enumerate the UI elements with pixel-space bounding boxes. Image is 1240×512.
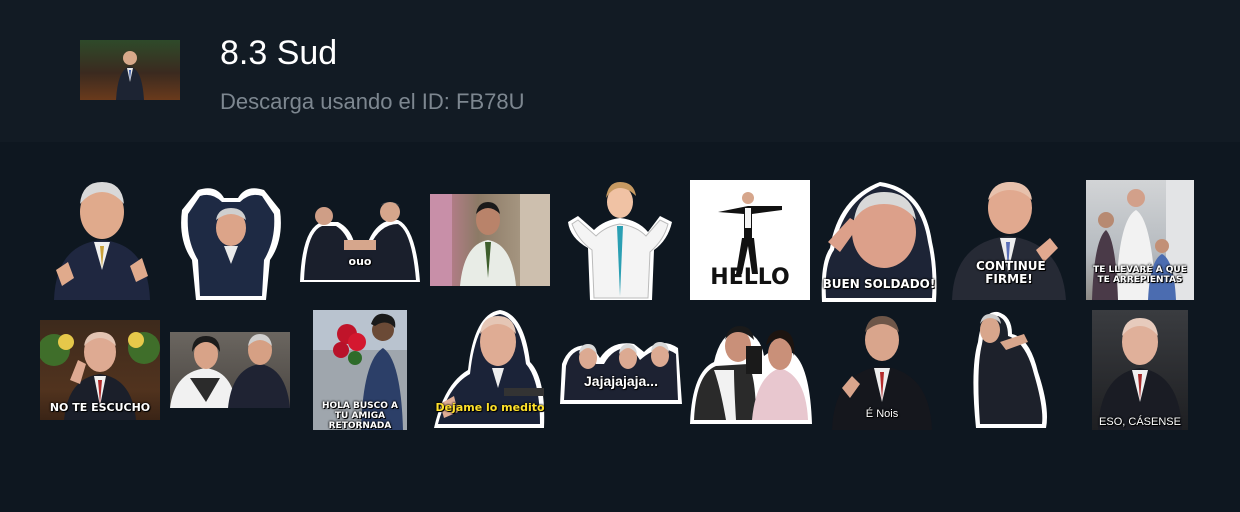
sticker-18[interactable]: ESO, CÁSENSE: [1092, 310, 1188, 430]
sticker-caption: Dejame lo medito: [435, 401, 545, 414]
sticker-14[interactable]: Jajajajaja...: [560, 334, 682, 404]
sticker-11[interactable]: [170, 332, 290, 408]
sticker-caption: NO TE ESCUCHO: [49, 401, 151, 414]
sticker-6[interactable]: HELLO: [690, 180, 810, 300]
sticker-10[interactable]: NO TE ESCUCHO: [40, 320, 160, 420]
sticker-17[interactable]: [968, 308, 1050, 430]
sticker-caption: BUEN SOLDADO!: [822, 277, 936, 291]
sticker-caption: É Nois: [865, 408, 899, 420]
sticker-5[interactable]: [564, 178, 676, 300]
sticker-16[interactable]: É Nois: [828, 312, 936, 430]
sticker-caption: ouo: [348, 255, 372, 268]
sticker-4[interactable]: [430, 194, 550, 286]
sticker-2[interactable]: [172, 180, 290, 302]
sticker-caption: Jajajajaja...: [584, 373, 658, 389]
sticker-grid: ouo HELLO BUEN SOLDADO! CONTINUE FIRME! …: [0, 142, 1240, 512]
sticker-caption: HOLA BUSCO A TU AMIGA RETORNADA: [321, 401, 399, 430]
pack-title: 8.3 Sud: [220, 34, 338, 72]
sticker-caption: CONTINUE FIRME!: [976, 259, 1046, 287]
pack-download-id: Descarga usando el ID: FB78U: [220, 89, 525, 114]
sticker-7[interactable]: BUEN SOLDADO!: [820, 178, 938, 302]
pack-header: 8.3 Sud Descarga usando el ID: FB78U: [0, 0, 1240, 142]
pack-thumbnail: [80, 40, 180, 100]
sticker-12[interactable]: HOLA BUSCO A TU AMIGA RETORNADA: [313, 310, 407, 430]
person-image: [116, 51, 144, 100]
sticker-9[interactable]: TE LLEVARÉ A QUE TE ARREPIENTAS: [1086, 180, 1194, 300]
sticker-caption: HELLO: [710, 265, 790, 290]
sticker-15[interactable]: [690, 316, 812, 424]
sticker-caption: ESO, CÁSENSE: [1099, 416, 1181, 428]
sticker-3[interactable]: ouo: [298, 198, 422, 282]
sticker-13[interactable]: Dejame lo medito: [434, 308, 546, 430]
sticker-8[interactable]: CONTINUE FIRME!: [948, 178, 1070, 300]
sticker-1[interactable]: [48, 178, 156, 300]
sticker-caption: TE LLEVARÉ A QUE TE ARREPIENTAS: [1093, 265, 1187, 285]
